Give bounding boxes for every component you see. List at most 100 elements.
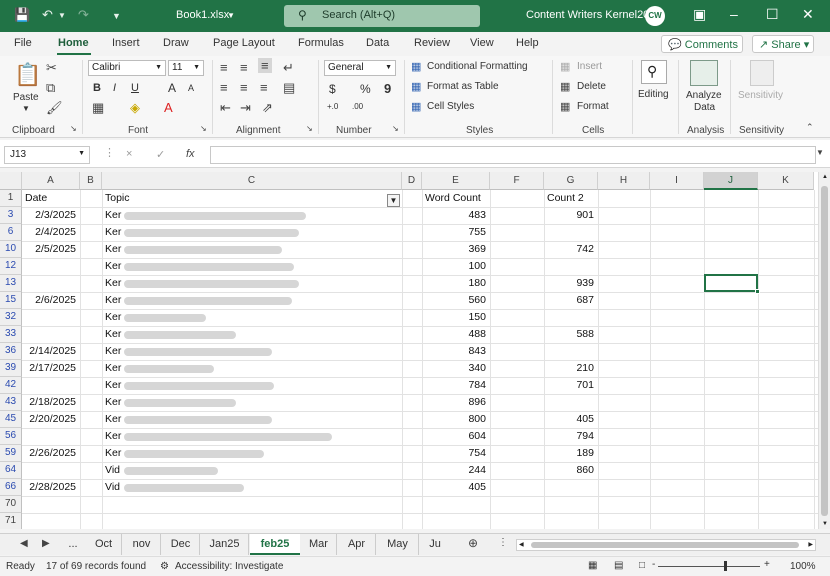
cell-date[interactable]: [22, 258, 80, 275]
tab-draw[interactable]: Draw: [163, 37, 189, 49]
page-break-view-icon[interactable]: □: [639, 560, 645, 571]
row-header[interactable]: 56: [0, 428, 22, 445]
share-button[interactable]: ↗ Share ▾: [752, 35, 814, 53]
font-name-select[interactable]: Calibri ▼: [88, 60, 166, 76]
scroll-down-icon[interactable]: ▼: [822, 521, 828, 527]
clipboard-launcher-icon[interactable]: ↘: [70, 124, 77, 133]
fill-color-icon[interactable]: ◈: [130, 100, 140, 116]
cell-date[interactable]: 2/18/2025: [22, 394, 80, 411]
zoom-slider-thumb[interactable]: [724, 561, 727, 571]
select-all-corner[interactable]: [0, 172, 22, 190]
row-header[interactable]: 42: [0, 377, 22, 394]
search-box[interactable]: ⚲ Search (Alt+Q): [284, 5, 480, 27]
cell-date[interactable]: [22, 462, 80, 479]
row-header[interactable]: 12: [0, 258, 22, 275]
horizontal-scroll-thumb[interactable]: [531, 542, 799, 548]
merge-center-icon[interactable]: ▤: [283, 80, 295, 96]
format-button[interactable]: Format: [577, 101, 609, 112]
cell-count-2[interactable]: [544, 258, 598, 275]
collapse-ribbon-icon[interactable]: ⌃: [806, 122, 814, 133]
cell-word-count[interactable]: 800: [422, 411, 490, 428]
align-center-icon[interactable]: ≡: [240, 80, 248, 95]
zoom-level[interactable]: 100%: [790, 561, 816, 572]
column-header-c[interactable]: C: [102, 172, 402, 190]
analyze-data-label-2[interactable]: Data: [694, 102, 715, 113]
format-painter-icon[interactable]: 🖌: [46, 100, 63, 116]
cell-count-2[interactable]: 901: [544, 207, 598, 224]
zoom-out-button[interactable]: -: [652, 559, 655, 570]
cell-date[interactable]: 2/26/2025: [22, 445, 80, 462]
tab-help[interactable]: Help: [516, 37, 539, 49]
header-word-count[interactable]: Word Count: [422, 190, 490, 207]
tab-data[interactable]: Data: [366, 37, 389, 49]
cell-word-count[interactable]: 755: [422, 224, 490, 241]
column-header-d[interactable]: D: [402, 172, 422, 190]
cell-word-count[interactable]: 483: [422, 207, 490, 224]
scroll-right-icon[interactable]: ▶: [808, 541, 813, 548]
number-launcher-icon[interactable]: ↘: [392, 124, 399, 133]
scroll-left-icon[interactable]: ◀: [519, 541, 524, 548]
conditional-formatting-button[interactable]: Conditional Formatting: [427, 61, 528, 72]
filter-active-icon[interactable]: ▼: [387, 194, 400, 207]
column-header-a[interactable]: A: [22, 172, 80, 190]
cell-topic[interactable]: [102, 496, 402, 513]
cell-word-count[interactable]: 896: [422, 394, 490, 411]
cell-word-count[interactable]: 405: [422, 479, 490, 496]
decrease-indent-icon[interactable]: ⇤: [220, 100, 231, 116]
cell-date[interactable]: 2/28/2025: [22, 479, 80, 496]
align-middle-icon[interactable]: ≡: [240, 60, 248, 75]
align-bottom-icon[interactable]: ≡: [258, 58, 272, 73]
vertical-scroll-thumb[interactable]: [821, 186, 828, 516]
sheet-tab-feb25[interactable]: feb25: [250, 534, 300, 555]
cell-word-count[interactable]: 180: [422, 275, 490, 292]
italic-button[interactable]: I: [113, 82, 116, 94]
zoom-slider[interactable]: [658, 566, 760, 567]
cell-date[interactable]: 2/14/2025: [22, 343, 80, 360]
cell-date[interactable]: [22, 309, 80, 326]
row-header[interactable]: 10: [0, 241, 22, 258]
cell-word-count[interactable]: 784: [422, 377, 490, 394]
undo-icon[interactable]: ↶: [42, 7, 53, 23]
currency-button[interactable]: $: [329, 82, 336, 96]
sheet-tab-ju[interactable]: Ju: [420, 534, 450, 555]
sheet-tab-oct[interactable]: Oct: [86, 534, 122, 555]
cell-count-2[interactable]: [544, 343, 598, 360]
align-left-icon[interactable]: ≡: [220, 80, 228, 95]
analyze-data-label-1[interactable]: Analyze: [686, 90, 722, 101]
column-header-j[interactable]: J: [704, 172, 758, 190]
row-header[interactable]: 64: [0, 462, 22, 479]
cell-count-2[interactable]: [544, 309, 598, 326]
alignment-launcher-icon[interactable]: ↘: [306, 124, 313, 133]
name-box[interactable]: J13 ▼: [4, 146, 90, 164]
header-count-2[interactable]: Count 2: [544, 190, 598, 207]
ribbon-options-icon[interactable]: ▣: [693, 6, 706, 23]
cell-word-count[interactable]: [422, 496, 490, 513]
align-right-icon[interactable]: ≡: [260, 80, 268, 95]
cell-count-2[interactable]: 860: [544, 462, 598, 479]
cell-date[interactable]: [22, 326, 80, 343]
cell-count-2[interactable]: 210: [544, 360, 598, 377]
paste-label[interactable]: Paste: [13, 92, 39, 103]
row-header[interactable]: 66: [0, 479, 22, 496]
column-header-k[interactable]: K: [758, 172, 814, 190]
next-sheet-icon[interactable]: ▶: [42, 538, 50, 549]
paste-icon[interactable]: 📋: [14, 62, 41, 88]
cell-date[interactable]: 2/6/2025: [22, 292, 80, 309]
editing-button[interactable]: Editing: [638, 89, 669, 100]
font-grow-button[interactable]: A: [168, 81, 176, 95]
normal-view-icon[interactable]: ▦: [588, 560, 597, 571]
active-cell-j13[interactable]: [704, 274, 758, 292]
font-shrink-button[interactable]: A: [188, 83, 194, 93]
customize-toolbar-icon[interactable]: ▼: [112, 11, 121, 21]
chevron-down-icon[interactable]: ▼: [227, 11, 235, 20]
header-date[interactable]: Date: [22, 190, 80, 207]
cell-word-count[interactable]: 369: [422, 241, 490, 258]
decrease-decimal-button[interactable]: .00: [352, 102, 363, 111]
cell-word-count[interactable]: 340: [422, 360, 490, 377]
cell-count-2[interactable]: [544, 513, 598, 529]
file-name[interactable]: Book1.xlsx: [176, 9, 229, 21]
save-icon[interactable]: 💾: [14, 7, 30, 23]
cell-word-count[interactable]: 560: [422, 292, 490, 309]
cell-count-2[interactable]: [544, 394, 598, 411]
cell-date[interactable]: [22, 513, 80, 529]
